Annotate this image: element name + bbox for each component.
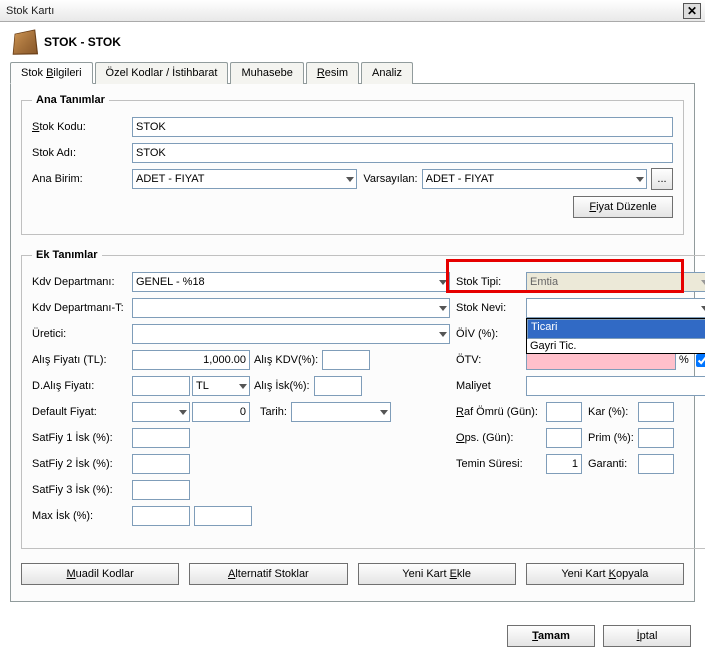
window-title: Stok Kartı xyxy=(6,5,54,17)
label-ana-birim: Ana Birim: xyxy=(32,173,132,185)
close-icon[interactable]: ✕ xyxy=(683,3,701,19)
yeni-kart-kopyala-button[interactable]: Yeni Kart Kopyala xyxy=(526,563,684,585)
kdv-dept-select[interactable] xyxy=(132,272,450,292)
label-temin: Temin Süresi: xyxy=(456,458,546,470)
label-kar: Kar (%): xyxy=(588,406,638,418)
label-sf3: SatFiy 3 İsk (%): xyxy=(32,484,132,496)
fiyat-duzenle-button[interactable]: Fiyat Düzenle xyxy=(573,196,673,218)
label-sf1: SatFiy 1 İsk (%): xyxy=(32,432,132,444)
label-ops: Ops. (Gün): xyxy=(456,432,546,444)
label-otv: ÖTV: xyxy=(456,354,526,366)
sf1-input[interactable] xyxy=(132,428,190,448)
tab-stok-bilgileri[interactable]: Stok Bilgileri xyxy=(10,62,93,84)
package-icon xyxy=(13,29,38,54)
option-gayri-tic[interactable]: Gayri Tic. xyxy=(527,339,705,353)
label-sf2: SatFiy 2 İsk (%): xyxy=(32,458,132,470)
maliyet-input[interactable] xyxy=(526,376,705,396)
max-isk-input-2[interactable] xyxy=(194,506,252,526)
otv-unit: % xyxy=(679,354,689,366)
label-default-fiyat: Default Fiyat: xyxy=(32,406,132,418)
label-raf: Raf Ömrü (Gün): xyxy=(456,406,546,418)
label-max-isk: Max İsk (%): xyxy=(32,510,132,522)
label-oiv: ÖİV (%): xyxy=(456,328,526,340)
tabstrip: Stok Bilgileri Özel Kodlar / İstihbarat … xyxy=(10,62,695,84)
fieldset-ek-tanimlar: Ek Tanımlar Kdv Departmanı: Kdv Departma… xyxy=(21,249,705,549)
kdv-dept-t-select[interactable] xyxy=(132,298,450,318)
tab-analiz[interactable]: Analiz xyxy=(361,62,413,84)
sf3-input[interactable] xyxy=(132,480,190,500)
yeni-kart-ekle-button[interactable]: Yeni Kart Ekle xyxy=(358,563,516,585)
label-alis-kdv: Alış KDV(%): xyxy=(254,354,318,366)
label-stok-adi: Stok Adı: xyxy=(32,147,132,159)
tab-resim[interactable]: Resim xyxy=(306,62,359,84)
default-fiyat-select[interactable] xyxy=(132,402,190,422)
window-titlebar: Stok Kartı ✕ xyxy=(0,0,705,22)
legend-ek: Ek Tanımlar xyxy=(32,249,102,261)
stok-nevi-dropdown[interactable]: Ticari Gayri Tic. xyxy=(526,318,705,354)
iptal-button[interactable]: İptal xyxy=(603,625,691,647)
header-title: STOK - STOK xyxy=(44,35,121,49)
label-tarih: Tarih: xyxy=(260,406,287,418)
label-stok-nevi: Stok Nevi: xyxy=(456,302,526,314)
ellipsis-button[interactable]: ... xyxy=(651,168,673,190)
stok-adi-input[interactable] xyxy=(132,143,673,163)
varsayilan-select[interactable] xyxy=(422,169,647,189)
label-uretici: Üretici: xyxy=(32,328,132,340)
stok-kodu-input[interactable] xyxy=(132,117,673,137)
alis-fiyati-input[interactable] xyxy=(132,350,250,370)
uretici-select[interactable] xyxy=(132,324,450,344)
header: STOK - STOK xyxy=(0,22,705,62)
alternatif-stoklar-button[interactable]: Alternatif Stoklar xyxy=(189,563,347,585)
alis-isk-input[interactable] xyxy=(314,376,362,396)
currency-select[interactable] xyxy=(192,376,250,396)
option-ticari[interactable]: Ticari xyxy=(527,319,705,339)
prim-input[interactable] xyxy=(638,428,674,448)
legend-ana: Ana Tanımlar xyxy=(32,94,109,106)
fieldset-ana-tanimlar: Ana Tanımlar Stok Kodu: Stok Adı: Ana Bi… xyxy=(21,94,684,235)
kar-input[interactable] xyxy=(638,402,674,422)
muadil-kodlar-button[interactable]: Muadil Kodlar xyxy=(21,563,179,585)
sf2-input[interactable] xyxy=(132,454,190,474)
label-prim: Prim (%): xyxy=(588,432,638,444)
label-dalis: D.Alış Fiyatı: xyxy=(32,380,132,392)
label-kdv-dept-t: Kdv Departmanı-T: xyxy=(32,302,132,314)
label-maliyet: Maliyet xyxy=(456,380,526,392)
stok-nevi-select[interactable] xyxy=(526,298,705,318)
label-alis-fiyati: Alış Fiyatı (TL): xyxy=(32,354,132,366)
temin-input[interactable] xyxy=(546,454,582,474)
default-fiyat-input[interactable] xyxy=(192,402,250,422)
tab-muhasebe[interactable]: Muhasebe xyxy=(230,62,303,84)
label-garanti: Garanti: xyxy=(588,458,638,470)
tamam-button[interactable]: Tamam xyxy=(507,625,595,647)
tarih-select[interactable] xyxy=(291,402,391,422)
dalis-input[interactable] xyxy=(132,376,190,396)
alis-kdv-input[interactable] xyxy=(322,350,370,370)
otv-checkbox[interactable] xyxy=(696,354,705,367)
ops-input[interactable] xyxy=(546,428,582,448)
tab-ozel-kodlar[interactable]: Özel Kodlar / İstihbarat xyxy=(95,62,229,84)
label-kdv-dept: Kdv Departmanı: xyxy=(32,276,132,288)
label-varsayilan: Varsayılan: xyxy=(363,173,417,185)
ana-birim-select[interactable] xyxy=(132,169,357,189)
label-stok-tipi: Stok Tipi: xyxy=(456,276,526,288)
garanti-input[interactable] xyxy=(638,454,674,474)
label-stok-kodu: Stok Kodu: xyxy=(32,121,132,133)
stok-tipi-select xyxy=(526,272,705,292)
raf-input[interactable] xyxy=(546,402,582,422)
max-isk-input-1[interactable] xyxy=(132,506,190,526)
label-alis-isk: Alış İsk(%): xyxy=(254,380,310,392)
